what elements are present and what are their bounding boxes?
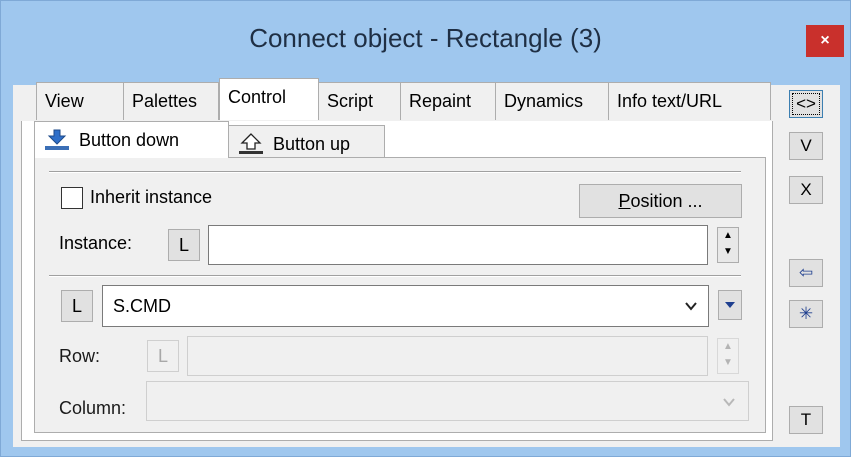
tab-view[interactable]: View xyxy=(36,82,124,120)
button-down-icon xyxy=(45,129,69,151)
asterisk-icon: ✳ xyxy=(798,304,814,323)
command-local-button[interactable]: L xyxy=(61,290,93,322)
row-input[interactable] xyxy=(187,336,708,376)
command-history-button[interactable] xyxy=(718,290,742,320)
column-label: Column: xyxy=(59,398,127,418)
position-button[interactable]: Position ... xyxy=(579,184,742,218)
top-separator xyxy=(49,171,741,173)
inherit-instance-checkbox[interactable] xyxy=(61,187,83,209)
title-bar[interactable]: Connect object - Rectangle (3) × xyxy=(1,1,850,83)
instance-local-button[interactable]: L xyxy=(168,229,200,261)
tab-control[interactable]: Control xyxy=(219,78,319,120)
middle-separator xyxy=(49,275,741,277)
row-label: Row: xyxy=(59,346,101,366)
button-up-icon xyxy=(239,133,263,155)
chevron-down-icon[interactable] xyxy=(684,300,698,312)
column-combobox[interactable] xyxy=(146,381,749,421)
x-button[interactable]: X xyxy=(789,176,823,204)
arrow-left-icon: ⇦ xyxy=(798,263,814,282)
tab-palettes[interactable]: Palettes xyxy=(123,82,219,120)
instance-input[interactable] xyxy=(208,225,708,265)
spin-down-icon[interactable]: ▼ xyxy=(718,246,738,263)
subtab-button-up-label: Button up xyxy=(273,134,351,154)
v-button[interactable]: V xyxy=(789,132,823,160)
spin-up-icon[interactable]: ▲ xyxy=(718,341,738,358)
window-title: Connect object - Rectangle (3) xyxy=(249,23,602,53)
tab-dynamics[interactable]: Dynamics xyxy=(495,82,609,120)
dialog-window: Connect object - Rectangle (3) × View Pa… xyxy=(0,0,851,457)
instance-spinner[interactable]: ▲ ▼ xyxy=(717,227,739,263)
tab-info-text-url[interactable]: Info text/URL xyxy=(608,82,771,120)
tab-script[interactable]: Script xyxy=(318,82,401,120)
arrow-left-button[interactable]: ⇦ xyxy=(789,259,823,287)
asterisk-button[interactable]: ✳ xyxy=(789,300,823,328)
subtab-button-down-label: Button down xyxy=(79,130,180,150)
close-button[interactable]: × xyxy=(806,25,844,57)
row-spinner[interactable]: ▲ ▼ xyxy=(717,338,739,374)
spin-up-icon[interactable]: ▲ xyxy=(718,230,738,247)
dropdown-arrow-icon xyxy=(725,302,735,308)
subtab-button-down[interactable]: Button down xyxy=(34,121,229,158)
chevron-down-icon[interactable] xyxy=(722,396,736,408)
inherit-instance-label: Inherit instance xyxy=(90,187,213,207)
position-mnemonic: P xyxy=(618,191,631,211)
row-local-button[interactable]: L xyxy=(147,340,179,372)
spin-down-icon[interactable]: ▼ xyxy=(718,357,738,374)
subtab-button-up[interactable]: Button up xyxy=(228,125,385,158)
tab-repaint[interactable]: Repaint xyxy=(400,82,496,120)
toggle-button[interactable]: <> xyxy=(789,90,823,118)
instance-label: Instance: xyxy=(59,233,133,253)
position-button-label: osition ... xyxy=(630,191,703,211)
t-button[interactable]: T xyxy=(789,406,823,434)
command-combobox[interactable]: S.CMD xyxy=(102,285,709,327)
command-value: S.CMD xyxy=(113,296,171,316)
